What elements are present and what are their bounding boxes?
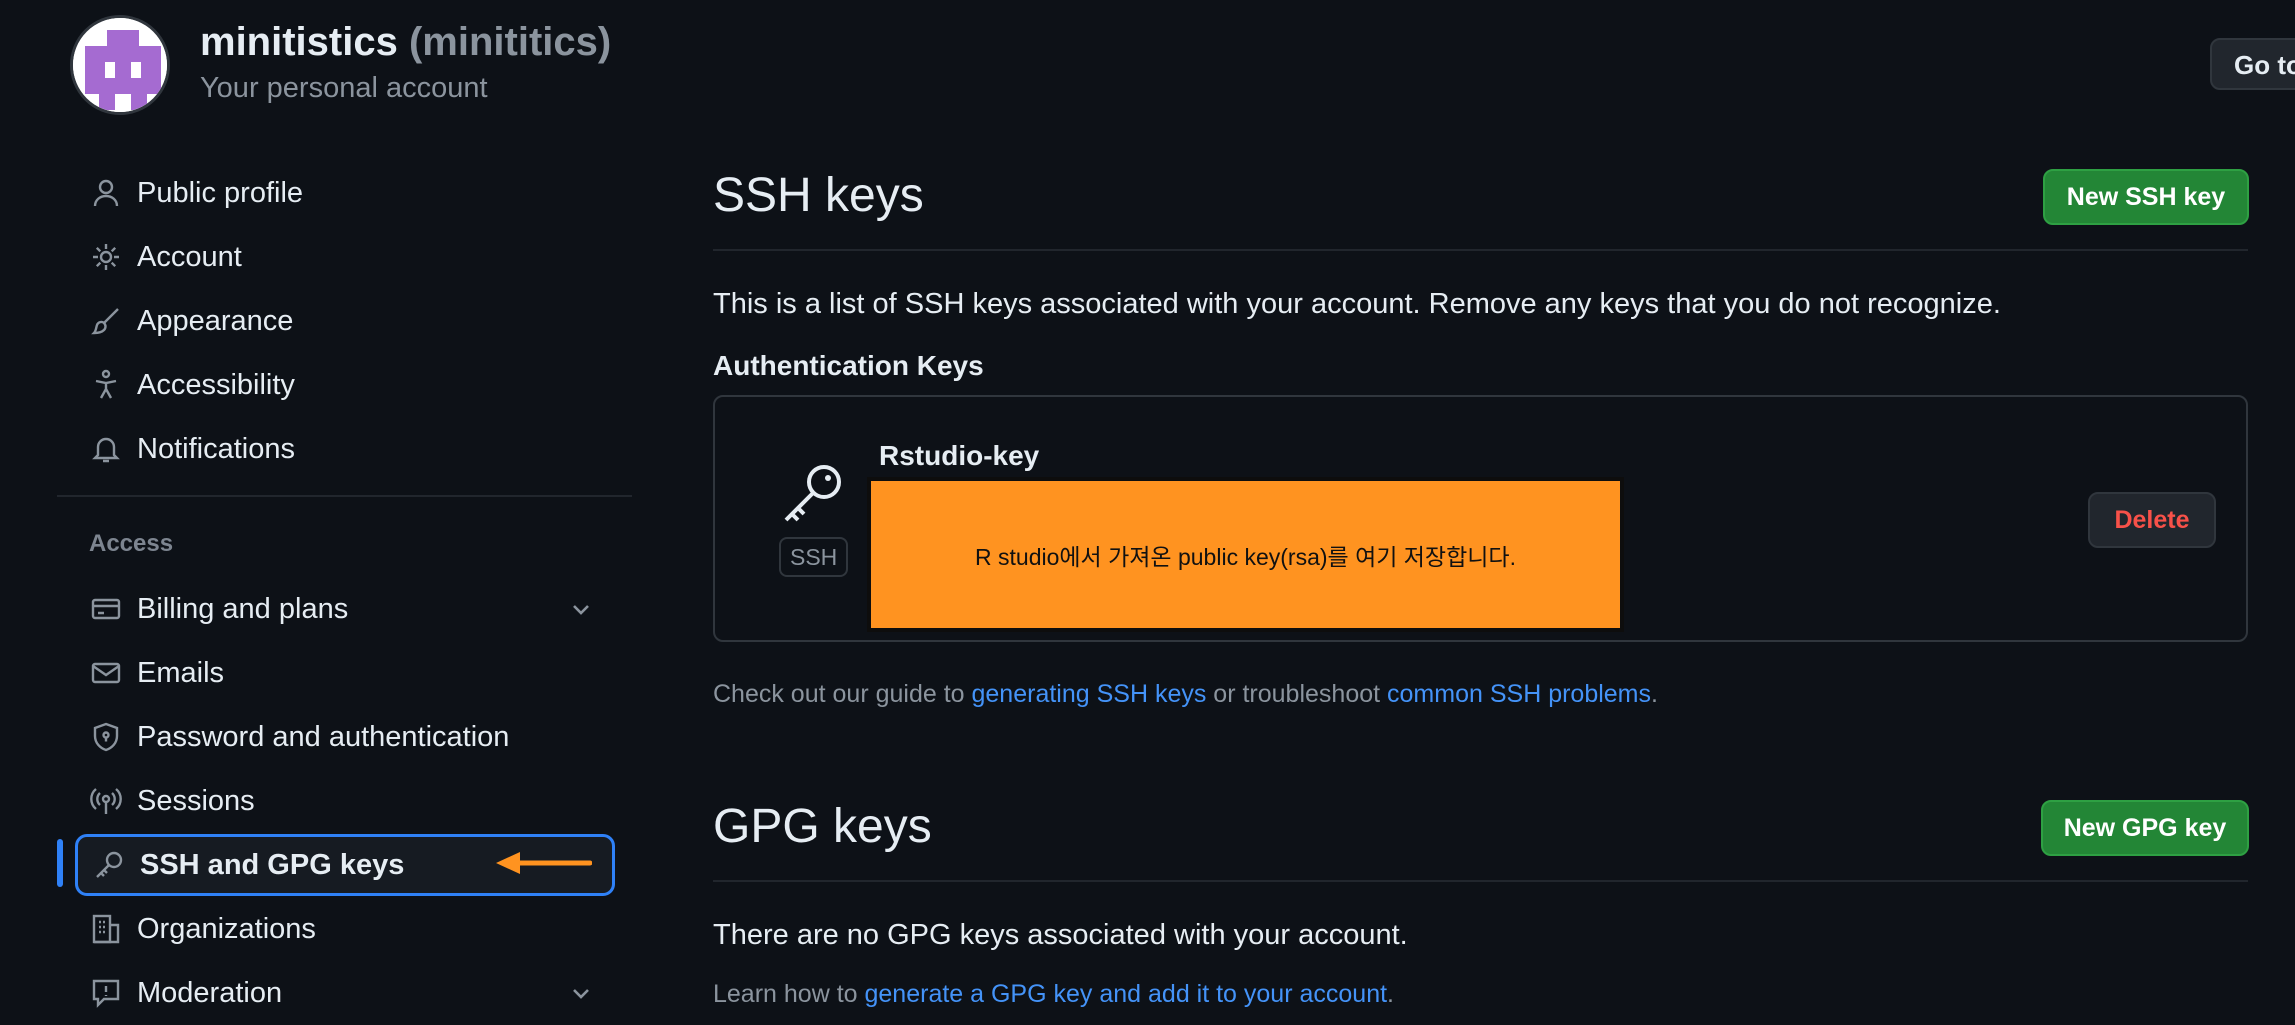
bell-icon — [89, 432, 123, 466]
shield-lock-icon — [89, 720, 123, 754]
account-subtitle: Your personal account — [200, 72, 488, 104]
paintbrush-icon — [89, 304, 123, 338]
account-login: (minititics) — [408, 20, 612, 64]
ssh-badge: SSH — [779, 537, 849, 577]
gpg-learn-text: Learn how to generate a GPG key and add … — [713, 980, 1394, 1009]
overlay-note: R studio에서 가져온 public key(rsa)를 여기 저장합니다… — [975, 543, 1516, 570]
account-name-text: minitistics — [200, 20, 398, 64]
sidebar-divider — [57, 495, 632, 497]
guide-suffix: . — [1651, 680, 1658, 708]
sidebar-item-emails[interactable]: Emails — [75, 645, 615, 701]
chevron-down-icon[interactable] — [567, 979, 595, 1007]
sidebar-item-billing[interactable]: Billing and plans — [75, 581, 615, 637]
sidebar-item-label: Billing and plans — [137, 592, 349, 625]
selected-indicator — [57, 839, 63, 887]
gpg-keys-title: GPG keys — [713, 800, 932, 853]
go-to-profile-button[interactable]: Go to — [2210, 38, 2295, 90]
sidebar-item-appearance[interactable]: Appearance — [75, 293, 615, 349]
learn-prefix: Learn how to — [713, 980, 865, 1008]
accessibility-icon — [89, 368, 123, 402]
new-ssh-key-button[interactable]: New SSH key — [2043, 169, 2249, 225]
account-name[interactable]: minitistics (minititics) — [200, 20, 611, 65]
sidebar-item-account[interactable]: Account — [75, 229, 615, 285]
sidebar-item-label: Sessions — [137, 784, 255, 817]
key-redaction-overlay: R studio에서 가져온 public key(rsa)를 여기 저장합니다… — [867, 477, 1624, 632]
chevron-down-icon[interactable] — [567, 595, 595, 623]
sidebar-item-organizations[interactable]: Organizations — [75, 901, 615, 957]
gpg-title-divider — [713, 880, 2248, 882]
sidebar-item-label: Accessibility — [137, 368, 295, 401]
ssh-key-name: Rstudio-key — [879, 440, 1040, 471]
sidebar-item-label: Account — [137, 240, 242, 273]
authentication-keys-heading: Authentication Keys — [713, 350, 984, 381]
sidebar-item-label: Organizations — [137, 912, 316, 945]
sidebar-item-label: Notifications — [137, 432, 295, 465]
gpg-empty-text: There are no GPG keys associated with yo… — [713, 919, 1408, 951]
sidebar-section-access: Access — [89, 530, 174, 557]
broadcast-icon — [89, 784, 123, 818]
generating-ssh-keys-link[interactable]: generating SSH keys — [972, 680, 1207, 708]
ssh-keys-title: SSH keys — [713, 169, 924, 222]
organization-icon — [89, 912, 123, 946]
sidebar-item-public-profile[interactable]: Public profile — [75, 165, 615, 221]
avatar[interactable] — [70, 15, 170, 115]
sidebar-item-label: Appearance — [137, 304, 294, 337]
common-ssh-problems-link[interactable]: common SSH problems — [1387, 680, 1651, 708]
sidebar-item-notifications[interactable]: Notifications — [75, 421, 615, 477]
learn-suffix: . — [1387, 980, 1394, 1008]
sidebar-item-label: Emails — [137, 656, 225, 689]
ssh-guide-text: Check out our guide to generating SSH ke… — [713, 680, 1658, 709]
report-icon — [89, 976, 123, 1010]
new-gpg-key-button[interactable]: New GPG key — [2041, 800, 2249, 856]
sidebar-item-label: SSH and GPG keys — [140, 848, 405, 881]
sidebar-item-label: Public profile — [137, 176, 304, 209]
mail-icon — [89, 656, 123, 690]
guide-middle: or troubleshoot — [1206, 680, 1388, 708]
guide-prefix: Check out our guide to — [713, 680, 972, 708]
delete-ssh-key-button[interactable]: Delete — [2088, 492, 2216, 548]
sidebar-item-moderation[interactable]: Moderation — [75, 965, 615, 1021]
annotation-arrow — [496, 852, 592, 874]
gear-icon — [89, 240, 123, 274]
sidebar-item-accessibility[interactable]: Accessibility — [75, 357, 615, 413]
sidebar-item-password-auth[interactable]: Password and authentication — [75, 709, 615, 765]
key-icon — [784, 465, 841, 522]
sidebar-item-sessions[interactable]: Sessions — [75, 773, 615, 829]
sidebar-item-label: Password and authentication — [137, 720, 510, 753]
credit-card-icon — [89, 592, 123, 626]
key-icon — [92, 848, 126, 882]
ssh-description: This is a list of SSH keys associated wi… — [713, 288, 2001, 320]
settings-page: minitistics (minititics) Your personal a… — [0, 0, 2295, 1025]
generate-gpg-key-link[interactable]: generate a GPG key and add it to your ac… — [865, 980, 1388, 1008]
sidebar-item-label: Moderation — [137, 976, 283, 1009]
ssh-title-divider — [713, 249, 2248, 251]
person-icon — [89, 176, 123, 210]
